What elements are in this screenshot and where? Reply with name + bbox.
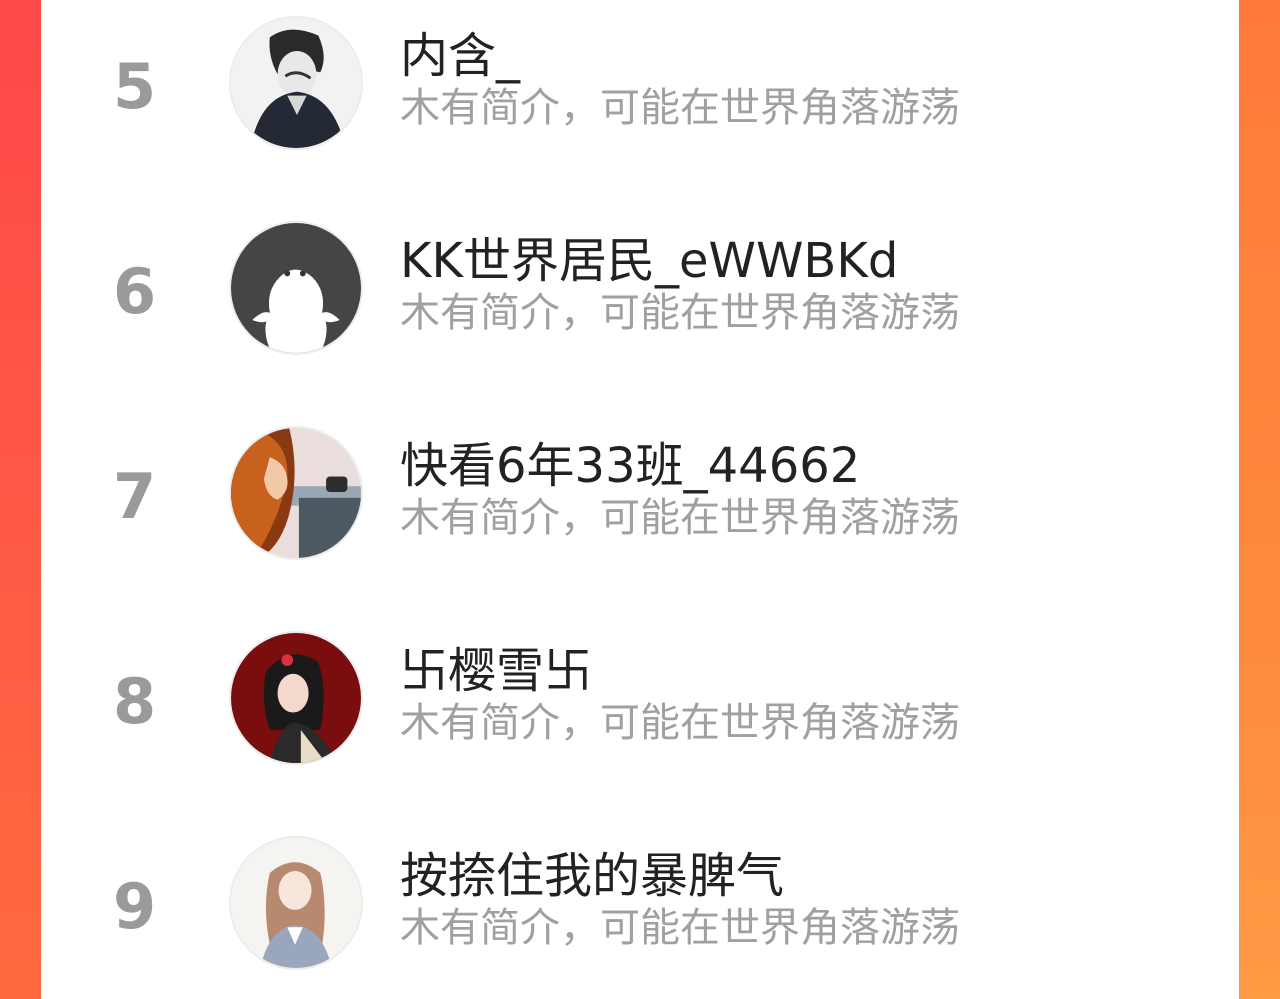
avatar-illustration-dark-boy-icon[interactable] [229, 16, 363, 150]
user-name[interactable]: 按捺住我的暴脾气 [400, 852, 784, 900]
rank-number: 8 [113, 665, 157, 738]
rank-number: 6 [113, 255, 157, 328]
right-frame [1238, 0, 1280, 999]
ranking-card[interactable]: 5 内含_ 木有简介，可能在世界角落游荡 6 KK世界居民_eWWBKd 木有简… [41, 0, 1239, 999]
rank-number: 5 [113, 50, 157, 123]
user-name[interactable]: 卐樱雪卐 [400, 647, 592, 695]
ranking-row[interactable]: 8 卐樱雪卐 木有简介，可能在世界角落游荡 [41, 615, 1239, 795]
ranking-page: 5 内含_ 木有简介，可能在世界角落游荡 6 KK世界居民_eWWBKd 木有简… [0, 0, 1280, 999]
ranking-row[interactable]: 7 快看6年33班_44662 木有简介，可能在世界角落游荡 [41, 410, 1239, 590]
user-name[interactable]: 快看6年33班_44662 [400, 442, 860, 490]
avatar-illustration-girl-sketch-icon[interactable] [229, 836, 363, 970]
rank-number: 9 [113, 870, 157, 943]
ranking-row[interactable]: 9 按捺住我的暴脾气 木有简介，可能在世界角落游荡 [41, 820, 1239, 999]
rank-number: 7 [113, 460, 157, 533]
user-name[interactable]: KK世界居民_eWWBKd [400, 237, 898, 285]
user-bio: 木有简介，可能在世界角落游荡 [400, 85, 960, 131]
avatar-illustration-girl-red-icon[interactable] [229, 631, 363, 765]
default-avatar-ghost-icon[interactable] [229, 221, 363, 355]
avatar-illustration-girl-car-icon[interactable] [229, 426, 363, 560]
user-bio: 木有简介，可能在世界角落游荡 [400, 290, 960, 336]
user-name[interactable]: 内含_ [400, 32, 520, 80]
user-bio: 木有简介，可能在世界角落游荡 [400, 495, 960, 541]
user-bio: 木有简介，可能在世界角落游荡 [400, 700, 960, 746]
ranking-row[interactable]: 5 内含_ 木有简介，可能在世界角落游荡 [41, 0, 1239, 180]
ranking-row[interactable]: 6 KK世界居民_eWWBKd 木有简介，可能在世界角落游荡 [41, 205, 1239, 385]
user-bio: 木有简介，可能在世界角落游荡 [400, 905, 960, 951]
